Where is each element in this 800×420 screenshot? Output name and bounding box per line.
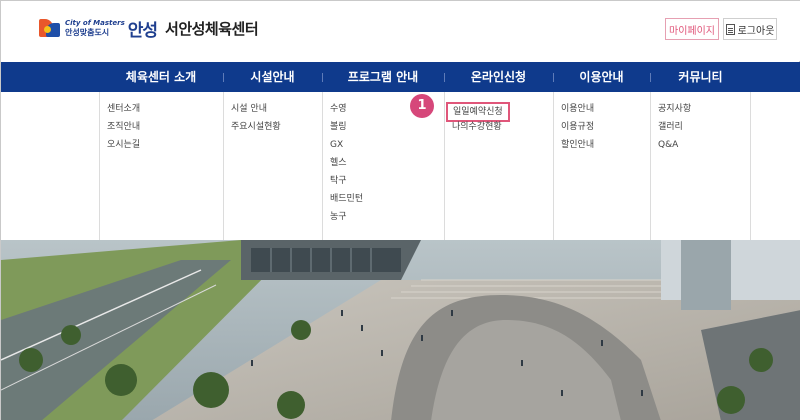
submenu-my-enrollment[interactable]: 나의수강현황 [445,120,553,138]
submenu-organization[interactable]: 조직안내 [100,120,223,138]
nav-item-program[interactable]: 프로그램 안내 [322,62,444,92]
nav-item-center-intro[interactable]: 체육센터 소개 [99,62,223,92]
submenu-major-facilities[interactable]: 주요시설현황 [224,120,322,138]
logo-mark-icon [39,17,61,39]
submenu-daily-reservation[interactable]: 일일예약신청 [445,102,553,122]
logo-slogan-ko: 안성맞춤도시 [65,28,110,37]
submenu-directions[interactable]: 오시는길 [100,138,223,156]
logout-button[interactable]: 로그아웃 [723,18,777,40]
logout-label: 로그아웃 [737,25,775,37]
submenu-center-intro[interactable]: 센터소개 [100,102,223,120]
submenu-health[interactable]: 헬스 [323,156,444,174]
submenu-badminton[interactable]: 배드민턴 [323,192,444,210]
submenu-qna[interactable]: Q&A [651,138,750,156]
submenu-bowling[interactable]: 볼링 [323,120,444,138]
submenu-basketball[interactable]: 농구 [323,210,444,228]
submenu-discount[interactable]: 할인안내 [554,138,650,156]
mypage-button[interactable]: 마이페이지 [665,18,719,40]
submenu-facility-guide[interactable]: 시설 안내 [224,102,322,120]
submenu-usage-rules[interactable]: 이용규정 [554,120,650,138]
main-nav: 체육센터 소개 시설안내 프로그램 안내 온라인신청 이용안내 커뮤니티 [1,62,800,92]
logo-slogan: City of Masters 안성맞춤도시 [65,19,125,37]
nav-item-online-apply[interactable]: 온라인신청 [444,62,553,92]
menu-column-center-intro: 센터소개 조직안내 오시는길 [99,92,223,240]
logo-city-name: 안성 [127,20,158,41]
submenu-gx[interactable]: GX [323,138,444,156]
nav-item-facility[interactable]: 시설안내 [223,62,322,92]
hero-image [1,240,800,420]
menu-column-facility: 시설 안내 주요시설현황 [223,92,322,240]
submenu-gallery[interactable]: 갤러리 [651,120,750,138]
submenu-usage-guide[interactable]: 이용안내 [554,102,650,120]
submenu-table-tennis[interactable]: 탁구 [323,174,444,192]
nav-item-usage[interactable]: 이용안내 [553,62,650,92]
menu-column-community: 공지사항 갤러리 Q&A [650,92,751,240]
site-header: City of Masters 안성맞춤도시 안성 서안성체육센터 마이페이지 … [1,1,800,61]
hero-illustration [1,240,800,420]
site-title: 서안성체육센터 [165,19,259,38]
site-logo[interactable]: City of Masters 안성맞춤도시 안성 서안성체육센터 [39,15,259,41]
nav-item-community[interactable]: 커뮤니티 [650,62,751,92]
mega-menu: 센터소개 조직안내 오시는길 시설 안내 주요시설현황 수영 볼링 GX 헬스 … [1,92,800,240]
step-marker-badge: 1 [410,94,434,118]
document-icon [725,23,735,35]
mypage-label: 마이페이지 [669,25,715,37]
submenu-notice[interactable]: 공지사항 [651,102,750,120]
menu-column-usage: 이용안내 이용규정 할인안내 [553,92,650,240]
menu-column-online-apply: 일일예약신청 나의수강현황 [444,92,553,240]
logo-slogan-en: City of Masters [65,19,125,27]
daily-reservation-highlight[interactable]: 일일예약신청 [446,102,510,122]
